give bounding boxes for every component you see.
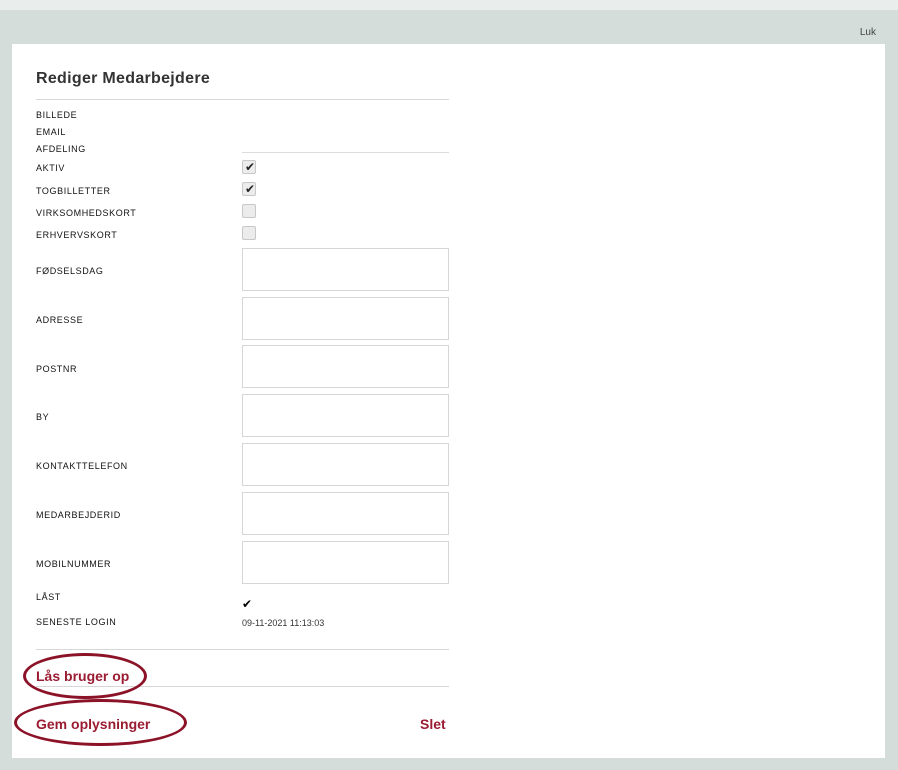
save-link[interactable]: Gem oplysninger — [36, 716, 150, 732]
postal-code-label: POSTNR — [36, 364, 78, 374]
email-underline — [242, 152, 449, 153]
birthday-label: FØDSELSDAG — [36, 266, 104, 276]
close-link[interactable]: Luk — [860, 27, 876, 38]
image-label: BILLEDE — [36, 110, 78, 120]
business-card-label: ERHVERVSKORT — [36, 230, 118, 240]
mobile-label: MOBILNUMMER — [36, 559, 112, 569]
title-divider — [36, 99, 449, 100]
active-checkbox[interactable]: ✔ — [242, 160, 256, 174]
department-label: AFDELING — [36, 144, 86, 154]
city-label: BY — [36, 412, 50, 422]
unlock-divider-top — [36, 649, 449, 650]
address-input[interactable] — [242, 297, 449, 340]
active-label: AKTIV — [36, 163, 66, 173]
business-card-checkbox[interactable] — [242, 226, 256, 240]
dialog-frame: Luk Rediger Medarbejdere BILLEDE EMAIL A… — [0, 10, 898, 770]
checkmark-icon: ✔ — [245, 160, 256, 174]
company-card-label: VIRKSOMHEDSKORT — [36, 208, 137, 218]
employee-id-input[interactable] — [242, 492, 449, 535]
last-login-label: SENESTE LOGIN — [36, 617, 117, 627]
last-login-value: 09-11-2021 11:13:03 — [242, 618, 325, 628]
city-input[interactable] — [242, 394, 449, 437]
birthday-input[interactable] — [242, 248, 449, 291]
employee-id-label: MEDARBEJDERID — [36, 510, 121, 520]
company-card-checkbox[interactable] — [242, 204, 256, 218]
dialog-title: Rediger Medarbejdere — [36, 70, 211, 87]
train-tickets-label: TOGBILLETTER — [36, 186, 111, 196]
email-label: EMAIL — [36, 127, 67, 137]
unlock-divider-bottom — [36, 686, 449, 687]
address-label: ADRESSE — [36, 315, 84, 325]
checkmark-icon: ✔ — [245, 182, 256, 196]
edit-employee-panel: Rediger Medarbejdere BILLEDE EMAIL AFDEL… — [12, 44, 885, 758]
locked-label: LÅST — [36, 592, 61, 602]
delete-link[interactable]: Slet — [420, 716, 446, 732]
postal-code-input[interactable] — [242, 345, 449, 388]
unlock-user-link[interactable]: Lås bruger op — [36, 668, 129, 684]
mobile-input[interactable] — [242, 541, 449, 584]
locked-check-icon: ✔ — [242, 597, 253, 611]
train-tickets-checkbox[interactable]: ✔ — [242, 182, 256, 196]
contact-phone-input[interactable] — [242, 443, 449, 486]
contact-phone-label: KONTAKTTELEFON — [36, 461, 128, 471]
